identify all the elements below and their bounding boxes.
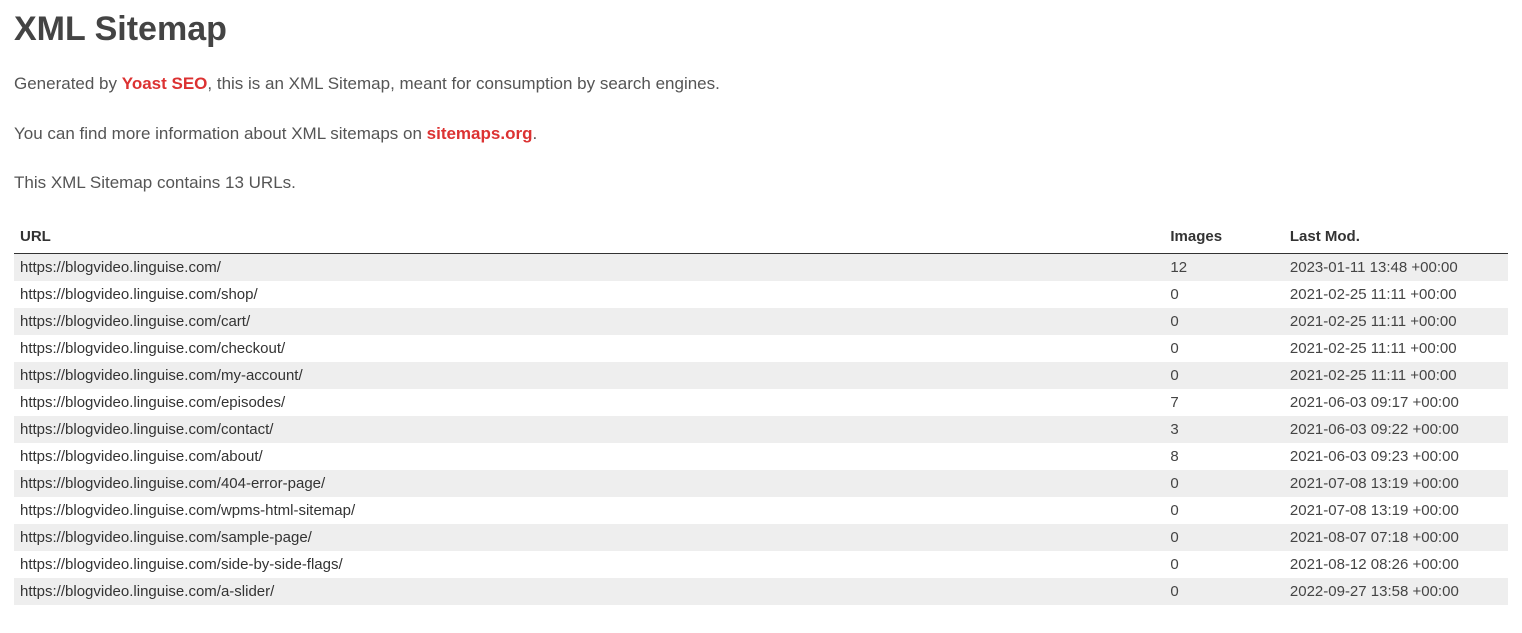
table-row: https://blogvideo.linguise.com/side-by-s…: [14, 551, 1508, 578]
table-row: https://blogvideo.linguise.com/a-slider/…: [14, 578, 1508, 605]
cell-images: 8: [1164, 443, 1284, 470]
cell-url: https://blogvideo.linguise.com/my-accoun…: [14, 362, 1164, 389]
table-row: https://blogvideo.linguise.com/my-accoun…: [14, 362, 1508, 389]
table-row: https://blogvideo.linguise.com/404-error…: [14, 470, 1508, 497]
generated-prefix: Generated by: [14, 74, 122, 93]
sitemap-url-link[interactable]: https://blogvideo.linguise.com/wpms-html…: [20, 502, 355, 519]
generated-suffix: , this is an XML Sitemap, meant for cons…: [207, 74, 719, 93]
cell-url: https://blogvideo.linguise.com/cart/: [14, 308, 1164, 335]
sitemap-url-link[interactable]: https://blogvideo.linguise.com/cart/: [20, 313, 250, 330]
sitemap-url-link[interactable]: https://blogvideo.linguise.com/contact/: [20, 421, 273, 438]
sitemap-table: URL Images Last Mod. https://blogvideo.l…: [14, 220, 1508, 605]
sitemaps-org-link[interactable]: sitemaps.org: [427, 124, 533, 143]
header-lastmod: Last Mod.: [1284, 220, 1508, 254]
cell-url: https://blogvideo.linguise.com/about/: [14, 443, 1164, 470]
cell-lastmod: 2021-08-12 08:26 +00:00: [1284, 551, 1508, 578]
cell-url: https://blogvideo.linguise.com/episodes/: [14, 389, 1164, 416]
cell-images: 0: [1164, 578, 1284, 605]
cell-images: 7: [1164, 389, 1284, 416]
sitemap-url-link[interactable]: https://blogvideo.linguise.com/shop/: [20, 286, 258, 303]
table-row: https://blogvideo.linguise.com/about/820…: [14, 443, 1508, 470]
cell-lastmod: 2021-06-03 09:17 +00:00: [1284, 389, 1508, 416]
table-row: https://blogvideo.linguise.com/checkout/…: [14, 335, 1508, 362]
url-count-text: This XML Sitemap contains 13 URLs.: [14, 170, 1508, 196]
generated-by-text: Generated by Yoast SEO, this is an XML S…: [14, 71, 1508, 97]
sitemap-url-link[interactable]: https://blogvideo.linguise.com/my-accoun…: [20, 367, 303, 384]
cell-lastmod: 2021-06-03 09:23 +00:00: [1284, 443, 1508, 470]
table-row: https://blogvideo.linguise.com/cart/0202…: [14, 308, 1508, 335]
cell-url: https://blogvideo.linguise.com/404-error…: [14, 470, 1164, 497]
cell-images: 0: [1164, 524, 1284, 551]
cell-lastmod: 2021-02-25 11:11 +00:00: [1284, 281, 1508, 308]
cell-url: https://blogvideo.linguise.com/checkout/: [14, 335, 1164, 362]
page-title: XML Sitemap: [14, 10, 1508, 49]
cell-url: https://blogvideo.linguise.com/contact/: [14, 416, 1164, 443]
sitemap-url-link[interactable]: https://blogvideo.linguise.com/about/: [20, 448, 263, 465]
sitemap-url-link[interactable]: https://blogvideo.linguise.com/: [20, 259, 221, 276]
cell-images: 0: [1164, 281, 1284, 308]
sitemap-url-link[interactable]: https://blogvideo.linguise.com/a-slider/: [20, 583, 274, 600]
sitemap-url-link[interactable]: https://blogvideo.linguise.com/checkout/: [20, 340, 285, 357]
sitemap-url-link[interactable]: https://blogvideo.linguise.com/side-by-s…: [20, 556, 343, 573]
cell-url: https://blogvideo.linguise.com/: [14, 253, 1164, 281]
cell-lastmod: 2021-08-07 07:18 +00:00: [1284, 524, 1508, 551]
cell-lastmod: 2021-02-25 11:11 +00:00: [1284, 335, 1508, 362]
header-images: Images: [1164, 220, 1284, 254]
cell-lastmod: 2021-07-08 13:19 +00:00: [1284, 497, 1508, 524]
cell-lastmod: 2021-02-25 11:11 +00:00: [1284, 362, 1508, 389]
yoast-seo-link[interactable]: Yoast SEO: [122, 74, 208, 93]
info-suffix: .: [532, 124, 537, 143]
sitemaps-info-text: You can find more information about XML …: [14, 121, 1508, 147]
cell-images: 0: [1164, 470, 1284, 497]
cell-lastmod: 2021-07-08 13:19 +00:00: [1284, 470, 1508, 497]
cell-url: https://blogvideo.linguise.com/a-slider/: [14, 578, 1164, 605]
cell-lastmod: 2021-06-03 09:22 +00:00: [1284, 416, 1508, 443]
cell-images: 12: [1164, 253, 1284, 281]
table-row: https://blogvideo.linguise.com/shop/0202…: [14, 281, 1508, 308]
cell-url: https://blogvideo.linguise.com/wpms-html…: [14, 497, 1164, 524]
table-row: https://blogvideo.linguise.com/sample-pa…: [14, 524, 1508, 551]
cell-url: https://blogvideo.linguise.com/shop/: [14, 281, 1164, 308]
sitemap-url-link[interactable]: https://blogvideo.linguise.com/sample-pa…: [20, 529, 312, 546]
table-row: https://blogvideo.linguise.com/wpms-html…: [14, 497, 1508, 524]
cell-images: 0: [1164, 308, 1284, 335]
cell-images: 0: [1164, 551, 1284, 578]
cell-images: 0: [1164, 497, 1284, 524]
cell-lastmod: 2023-01-11 13:48 +00:00: [1284, 253, 1508, 281]
cell-url: https://blogvideo.linguise.com/sample-pa…: [14, 524, 1164, 551]
table-row: https://blogvideo.linguise.com/122023-01…: [14, 253, 1508, 281]
table-row: https://blogvideo.linguise.com/contact/3…: [14, 416, 1508, 443]
cell-lastmod: 2022-09-27 13:58 +00:00: [1284, 578, 1508, 605]
cell-images: 0: [1164, 335, 1284, 362]
cell-url: https://blogvideo.linguise.com/side-by-s…: [14, 551, 1164, 578]
cell-lastmod: 2021-02-25 11:11 +00:00: [1284, 308, 1508, 335]
header-url: URL: [14, 220, 1164, 254]
info-prefix: You can find more information about XML …: [14, 124, 427, 143]
cell-images: 0: [1164, 362, 1284, 389]
sitemap-url-link[interactable]: https://blogvideo.linguise.com/404-error…: [20, 475, 325, 492]
table-row: https://blogvideo.linguise.com/episodes/…: [14, 389, 1508, 416]
cell-images: 3: [1164, 416, 1284, 443]
sitemap-url-link[interactable]: https://blogvideo.linguise.com/episodes/: [20, 394, 285, 411]
